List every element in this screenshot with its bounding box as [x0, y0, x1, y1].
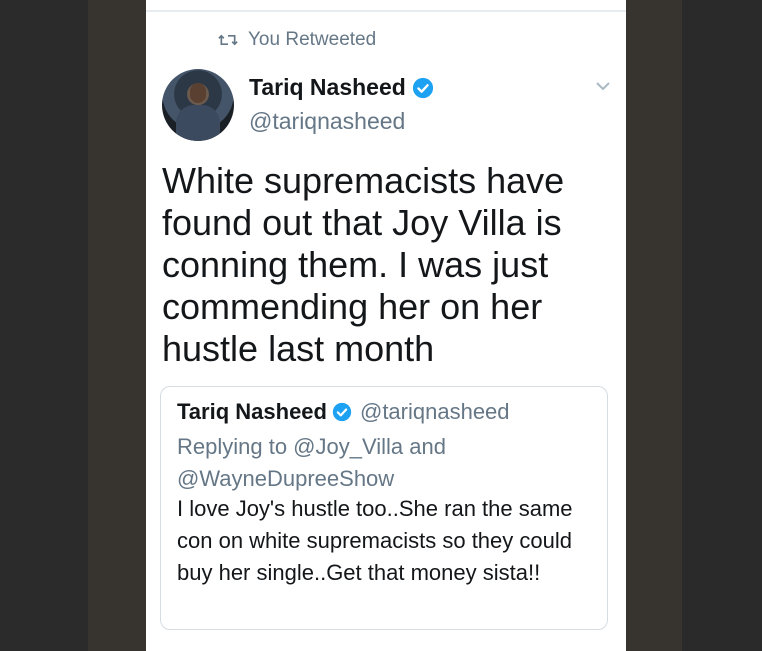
- retweet-context: You Retweeted: [218, 28, 376, 52]
- background-left: [0, 0, 88, 651]
- quoted-author-name: Tariq Nasheed: [177, 399, 327, 424]
- verified-badge-icon: [332, 402, 352, 422]
- retweet-icon: [218, 34, 238, 46]
- tweet-card[interactable]: You Retweeted Tariq Nasheed @tariqnashee…: [146, 0, 626, 651]
- author-handle[interactable]: @tariqnasheed: [249, 108, 405, 135]
- quoted-author-handle: @tariqnasheed: [359, 399, 510, 424]
- chevron-down-icon[interactable]: [595, 80, 611, 92]
- author-name[interactable]: Tariq Nasheed: [249, 74, 406, 101]
- background-right: [682, 0, 762, 651]
- quoted-tweet[interactable]: Tariq Nasheed @tariqnasheed Replying to …: [160, 386, 608, 630]
- quoted-author-row: Tariq Nasheed @tariqnasheed: [177, 399, 510, 425]
- tweet-text: White supremacists have found out that J…: [162, 160, 565, 369]
- avatar[interactable]: [162, 69, 234, 141]
- author-row[interactable]: Tariq Nasheed: [249, 74, 434, 101]
- reply-context: Replying to @Joy_Villa and @WayneDupreeS…: [177, 434, 446, 491]
- divider: [146, 10, 626, 12]
- avatar-figure: [176, 105, 220, 141]
- avatar-face: [190, 83, 206, 103]
- verified-badge-icon: [412, 77, 433, 98]
- retweet-label: You Retweeted: [248, 29, 377, 50]
- quoted-tweet-text: I love Joy's hustle too..She ran the sam…: [177, 496, 573, 585]
